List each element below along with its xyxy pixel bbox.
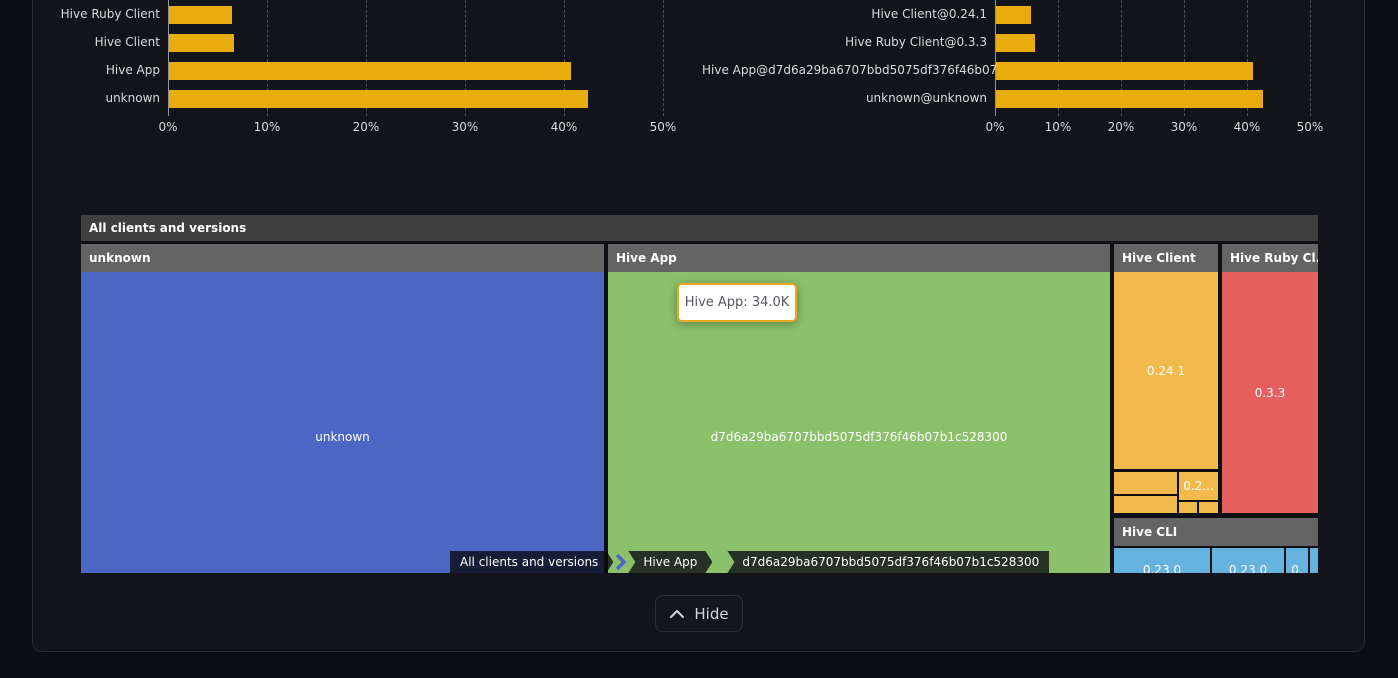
category-label: Hive Ruby Client@0.3.3 (702, 35, 987, 49)
hide-button-label: Hide (694, 605, 728, 623)
category-label: Hive App@d7d6a29ba6707bbd5075df376f46b07… (702, 63, 987, 77)
x-axis-tick-label: 30% (433, 120, 497, 134)
breadcrumb-item-hive-app[interactable]: Hive App (628, 551, 712, 573)
x-axis-tick-label: 0% (963, 120, 1027, 134)
cell-label: 0.23.0 (1143, 563, 1181, 573)
gridline (663, 0, 664, 116)
treemap-header-unknown[interactable]: unknown (81, 244, 604, 272)
x-axis-tick-label: 20% (1089, 120, 1153, 134)
treemap-header-hive-cli[interactable]: Hive CLI (1114, 518, 1318, 546)
treemap-root-header[interactable]: All clients and versions (81, 215, 1318, 241)
treemap-cell-hive-client-sub4[interactable] (1179, 502, 1197, 513)
x-axis-tick-label: 0% (136, 120, 200, 134)
treemap-header-hive-client[interactable]: Hive Client (1114, 244, 1218, 272)
hide-button[interactable]: Hide (655, 595, 743, 632)
cell-label: unknown (315, 430, 370, 444)
bar[interactable] (169, 90, 588, 108)
category-label: Hive Ruby Client (10, 7, 160, 21)
bar[interactable] (169, 34, 234, 52)
bar[interactable] (996, 34, 1035, 52)
bar[interactable] (996, 6, 1031, 24)
x-axis-tick-label: 30% (1152, 120, 1216, 134)
treemap-breadcrumb: All clients and versions Hive App d7d6a2… (450, 551, 1049, 573)
treemap-cell-hive-client-sub5[interactable] (1199, 502, 1218, 513)
treemap-cell-hive-cli-4[interactable] (1310, 548, 1318, 573)
treemap-cell-hive-client-sub2[interactable]: 0.2... (1179, 472, 1218, 500)
cell-label: 0.2... (1183, 479, 1214, 493)
treemap-header-hive-ruby-client[interactable]: Hive Ruby Cl... (1222, 244, 1318, 272)
x-axis-tick-label: 40% (532, 120, 596, 134)
category-label: Hive App (10, 63, 160, 77)
treemap-cell-hive-client-sub1[interactable] (1114, 472, 1177, 494)
bar[interactable] (996, 90, 1263, 108)
treemap-cell-hive-client-main[interactable]: 0.24.1 (1114, 272, 1218, 469)
bar[interactable] (169, 62, 571, 80)
chevron-right-icon (713, 551, 726, 573)
cell-label: 0. (1291, 563, 1302, 573)
tooltip-text: Hive App: 34.0K (685, 295, 790, 310)
treemap-cell-hive-cli-3[interactable]: 0. (1286, 548, 1308, 573)
chevron-right-icon (614, 551, 627, 573)
x-axis-tick-label: 50% (631, 120, 695, 134)
cell-label: 0.23.0 (1229, 563, 1267, 573)
bar[interactable] (169, 6, 232, 24)
category-label: Hive Client (10, 35, 160, 49)
breadcrumb-item-root[interactable]: All clients and versions (450, 551, 613, 573)
chevron-up-icon (669, 609, 685, 619)
x-axis-tick-label: 40% (1215, 120, 1279, 134)
x-axis-tick-label: 10% (235, 120, 299, 134)
treemap: All clients and versions unknown unknown… (81, 215, 1318, 573)
breadcrumb-item-version-hash[interactable]: d7d6a29ba6707bbd5075df376f46b07b1c528300 (727, 551, 1049, 573)
treemap-cell-hive-ruby-version[interactable]: 0.3.3 (1222, 272, 1318, 513)
x-axis-tick-label: 50% (1278, 120, 1342, 134)
category-label: Hive Client@0.24.1 (702, 7, 987, 21)
category-label: unknown (10, 91, 160, 105)
chart-tooltip: Hive App: 34.0K (677, 283, 797, 322)
cell-label: d7d6a29ba6707bbd5075df376f46b07b1c528300 (711, 430, 1008, 444)
category-label: unknown@unknown (702, 91, 987, 105)
cell-label: 0.24.1 (1147, 364, 1185, 378)
x-axis-tick-label: 20% (334, 120, 398, 134)
treemap-section-hive-cli: Hive CLI 0.23.0 0.23.0 0. (1114, 518, 1318, 573)
treemap-cell-hive-cli-1[interactable]: 0.23.0 (1114, 548, 1210, 573)
gridline (1310, 0, 1311, 116)
treemap-cell-hive-client-sub3[interactable] (1114, 496, 1177, 513)
bar[interactable] (996, 62, 1253, 80)
treemap-header-hive-app[interactable]: Hive App (608, 244, 1110, 272)
cell-label: 0.3.3 (1255, 386, 1286, 400)
treemap-section-hive-ruby-client: Hive Ruby Cl... 0.3.3 (1222, 244, 1318, 513)
treemap-cell-unknown[interactable]: unknown (81, 272, 604, 573)
treemap-section-hive-client: Hive Client 0.24.1 0.2... (1114, 244, 1218, 513)
x-axis-tick-label: 10% (1026, 120, 1090, 134)
treemap-cell-hive-cli-2[interactable]: 0.23.0 (1212, 548, 1284, 573)
treemap-section-unknown: unknown unknown (81, 244, 604, 573)
